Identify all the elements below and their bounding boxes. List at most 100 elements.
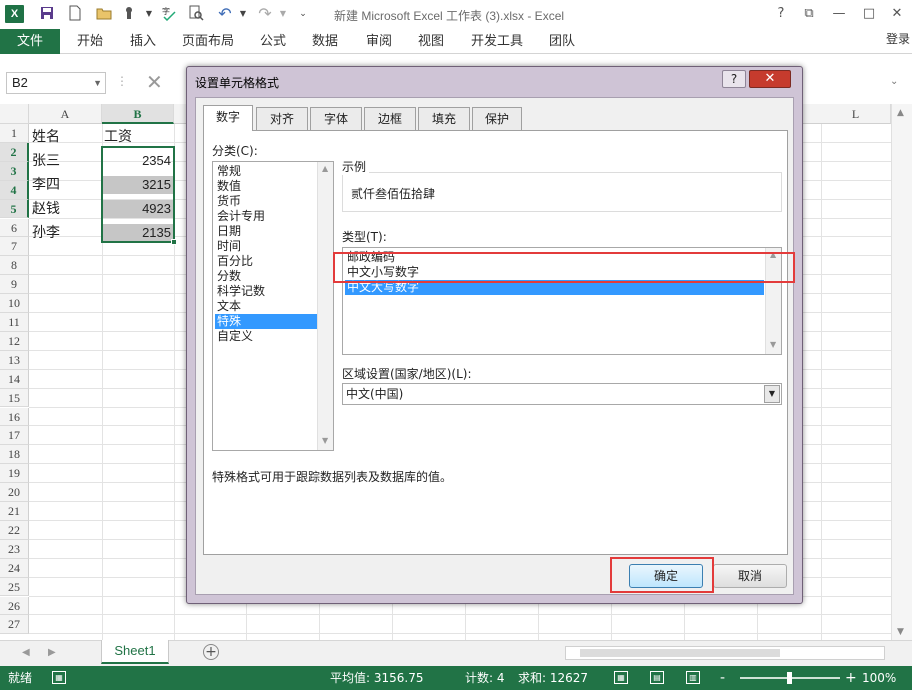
help-icon[interactable]: ? xyxy=(768,4,794,24)
row-header[interactable]: 17 xyxy=(0,426,29,446)
category-text[interactable]: 文本 xyxy=(215,299,317,314)
zoom-slider-thumb[interactable] xyxy=(787,672,792,684)
category-percentage[interactable]: 百分比 xyxy=(215,254,317,269)
horizontal-scrollbar[interactable] xyxy=(565,646,885,660)
tab-page-layout[interactable]: 页面布局 xyxy=(182,29,234,54)
row-header[interactable]: 11 xyxy=(0,313,29,332)
locale-select[interactable]: 中文(中国) ▼ xyxy=(342,383,782,405)
cell-b1[interactable]: 工资 xyxy=(104,128,172,146)
category-special[interactable]: 特殊 xyxy=(215,314,317,329)
row-header[interactable]: 24 xyxy=(0,558,29,578)
redo-icon[interactable]: ↷ xyxy=(256,5,274,23)
tab-insert[interactable]: 插入 xyxy=(130,29,156,54)
row-header[interactable]: 23 xyxy=(0,539,29,559)
prev-sheet-icon[interactable]: ◀ xyxy=(22,647,30,658)
name-box[interactable]: B2 ▼ xyxy=(6,72,106,94)
next-sheet-icon[interactable]: ▶ xyxy=(48,647,56,658)
scroll-down-icon[interactable]: ▼ xyxy=(770,340,776,349)
cell-a5[interactable]: 孙李 xyxy=(32,224,100,242)
category-accounting[interactable]: 会计专用 xyxy=(215,209,317,224)
touch-mode-dropdown-icon[interactable]: ▼ xyxy=(140,5,158,23)
sheet-tab-sheet1[interactable]: Sheet1 xyxy=(101,640,169,664)
row-header[interactable]: 12 xyxy=(0,331,29,351)
row-header[interactable]: 19 xyxy=(0,464,29,484)
cell-a1[interactable]: 姓名 xyxy=(32,128,100,146)
column-header-a[interactable]: A xyxy=(29,104,102,124)
scroll-thumb[interactable] xyxy=(580,649,780,657)
page-break-view-icon[interactable]: ▥ xyxy=(686,671,700,684)
row-header[interactable]: 26 xyxy=(0,596,29,616)
macro-record-icon[interactable]: ▦ xyxy=(52,671,66,684)
page-layout-view-icon[interactable]: ▤ xyxy=(650,671,664,684)
row-header[interactable]: 6 xyxy=(0,218,29,238)
row-header[interactable]: 7 xyxy=(0,237,29,257)
tab-home[interactable]: 开始 xyxy=(77,29,103,54)
scroll-down-icon[interactable]: ▼ xyxy=(322,436,328,445)
category-scientific[interactable]: 科学记数 xyxy=(215,284,317,299)
row-header[interactable]: 4 xyxy=(0,180,29,200)
add-sheet-icon[interactable]: + xyxy=(203,644,219,660)
tab-team[interactable]: 团队 xyxy=(549,29,575,54)
vertical-scrollbar[interactable]: ▲ ▼ xyxy=(891,104,912,640)
redo-dropdown-icon[interactable]: ▼ xyxy=(274,5,292,23)
expand-formula-bar-icon[interactable]: ⌄ xyxy=(890,76,898,87)
spelling-icon[interactable]: 字 xyxy=(160,5,178,23)
tab-view[interactable]: 视图 xyxy=(418,29,444,54)
row-header[interactable]: 20 xyxy=(0,483,29,502)
undo-icon[interactable]: ↶ xyxy=(216,5,234,23)
row-header[interactable]: 1 xyxy=(0,124,29,143)
dialog-help-button[interactable]: ? xyxy=(722,70,746,88)
scroll-down-icon[interactable]: ▼ xyxy=(897,627,904,637)
cell-a4[interactable]: 赵钱 xyxy=(32,200,100,218)
tab-formulas[interactable]: 公式 xyxy=(260,29,286,54)
category-scrollbar[interactable]: ▲ ▼ xyxy=(317,162,333,450)
touch-mode-icon[interactable] xyxy=(120,5,138,23)
undo-dropdown-icon[interactable]: ▼ xyxy=(234,5,252,23)
close-icon[interactable]: ✕ xyxy=(884,4,910,24)
category-fraction[interactable]: 分数 xyxy=(215,269,317,284)
fill-handle[interactable] xyxy=(171,239,177,245)
zoom-out-icon[interactable]: - xyxy=(720,666,725,690)
row-header[interactable]: 16 xyxy=(0,407,29,427)
row-header[interactable]: 27 xyxy=(0,615,29,635)
category-number[interactable]: 数值 xyxy=(215,179,317,194)
category-general[interactable]: 常规 xyxy=(215,164,317,179)
tab-alignment[interactable]: 对齐 xyxy=(256,107,308,130)
tab-font[interactable]: 字体 xyxy=(310,107,362,130)
zoom-in-icon[interactable]: + xyxy=(845,666,857,690)
new-file-icon[interactable] xyxy=(66,5,84,23)
row-header[interactable]: 18 xyxy=(0,445,29,465)
tab-border[interactable]: 边框 xyxy=(364,107,416,130)
scroll-up-icon[interactable]: ▲ xyxy=(322,164,328,173)
row-header[interactable]: 10 xyxy=(0,294,29,313)
customize-icon[interactable]: ⌄ xyxy=(294,5,312,23)
open-folder-icon[interactable] xyxy=(95,5,113,23)
save-icon[interactable] xyxy=(38,5,56,23)
column-header-l[interactable]: L xyxy=(821,104,891,124)
column-header-b[interactable]: B xyxy=(102,104,174,124)
category-time[interactable]: 时间 xyxy=(215,239,317,254)
row-header[interactable]: 3 xyxy=(0,161,29,181)
category-date[interactable]: 日期 xyxy=(215,224,317,239)
tab-review[interactable]: 审阅 xyxy=(366,29,392,54)
tab-protection[interactable]: 保护 xyxy=(472,107,522,130)
print-preview-icon[interactable] xyxy=(187,5,205,23)
row-header[interactable]: 2 xyxy=(0,142,29,162)
minimize-icon[interactable]: — xyxy=(826,4,852,24)
category-list[interactable]: 常规 数值 货币 会计专用 日期 时间 百分比 分数 科学记数 文本 特殊 自定… xyxy=(212,161,334,451)
tab-number[interactable]: 数字 xyxy=(203,105,253,131)
normal-view-icon[interactable]: ▦ xyxy=(614,671,628,684)
select-all-corner[interactable] xyxy=(0,104,29,124)
ribbon-display-icon[interactable]: ⧉ xyxy=(796,4,822,24)
dialog-close-button[interactable]: ✕ xyxy=(749,70,791,88)
tab-file[interactable]: 文件 xyxy=(0,29,60,54)
row-header[interactable]: 14 xyxy=(0,369,29,389)
row-header[interactable]: 21 xyxy=(0,502,29,521)
row-header[interactable]: 5 xyxy=(0,199,29,219)
category-custom[interactable]: 自定义 xyxy=(215,329,317,344)
chevron-down-icon[interactable]: ▼ xyxy=(764,385,780,403)
scroll-up-icon[interactable]: ▲ xyxy=(897,108,904,118)
chevron-down-icon[interactable]: ▼ xyxy=(93,73,102,93)
row-header[interactable]: 13 xyxy=(0,350,29,370)
row-header[interactable]: 15 xyxy=(0,388,29,408)
